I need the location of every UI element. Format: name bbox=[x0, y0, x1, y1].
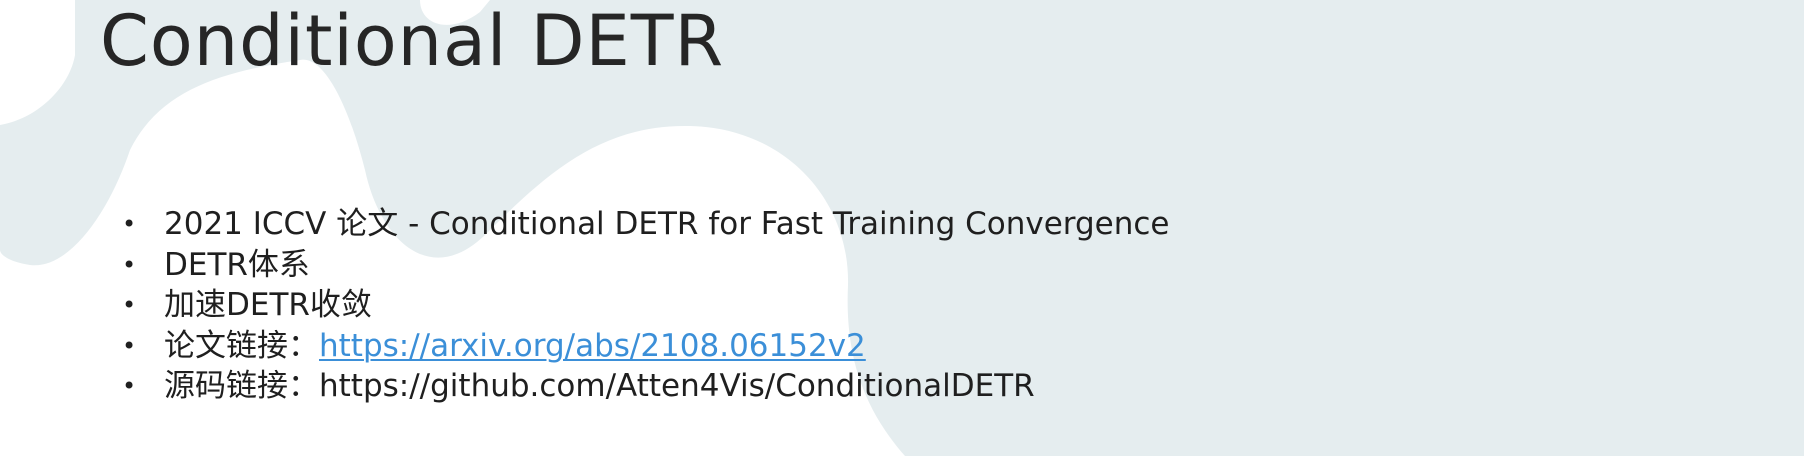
bullet-item: • 加速DETR收敛 bbox=[122, 285, 1170, 326]
bullet-item: • 源码链接：https://github.com/Atten4Vis/Cond… bbox=[122, 366, 1170, 407]
bullet-item: 论文链接： • 论文链接：https://arxiv.org/abs/2108.… bbox=[122, 326, 1170, 367]
bullet-dot-icon: • bbox=[122, 250, 137, 279]
bullet-dot-icon: • bbox=[122, 210, 137, 238]
bullet-dot-icon: • bbox=[122, 291, 137, 319]
paper-link-label: 论文链接： bbox=[164, 327, 319, 364]
bullet-text: DETR体系 bbox=[164, 246, 310, 283]
slide: Conditional DETR • 2021 ICCV 论文 - Condit… bbox=[0, 0, 1804, 456]
bullet-text: 2021 ICCV 论文 - Conditional DETR for Fast… bbox=[164, 206, 1170, 242]
bullet-dot-icon: • bbox=[122, 372, 137, 400]
code-link-text: https://github.com/Atten4Vis/Conditional… bbox=[319, 368, 1035, 404]
slide-title: Conditional DETR bbox=[100, 0, 725, 82]
paper-link[interactable]: https://arxiv.org/abs/2108.06152v2 bbox=[319, 328, 866, 364]
bullet-text: 加速DETR收敛 bbox=[164, 287, 372, 323]
bullet-item: • DETR体系 bbox=[122, 245, 1170, 286]
bullet-item: • 2021 ICCV 论文 - Conditional DETR for Fa… bbox=[122, 204, 1170, 245]
code-link-label: 源码链接： bbox=[164, 368, 319, 404]
bullet-dot-icon: • bbox=[122, 331, 137, 360]
bullet-list: • 2021 ICCV 论文 - Conditional DETR for Fa… bbox=[122, 204, 1170, 407]
